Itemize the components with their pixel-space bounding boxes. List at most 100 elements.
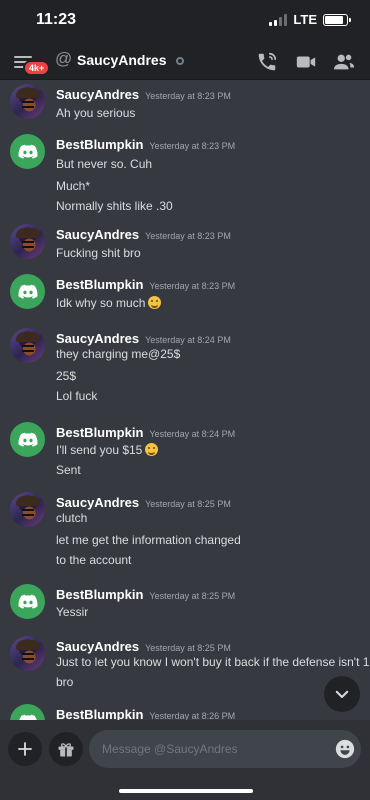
message-text-content: Fucking shit bro [56,246,141,260]
discord-logo-icon [17,432,38,447]
message-header: SaucyAndres Yesterday at 8:24 PM [56,330,231,348]
message-text: to the account [56,553,131,567]
message-header: BestBlumpkin Yesterday at 8:26 PM [56,706,235,720]
smiling-face-with-tear-emoji-icon [148,296,162,309]
message-text: Normally shits like .30 [56,199,173,213]
message-header: BestBlumpkin Yesterday at 8:23 PM [56,136,235,154]
message-text: Fucking shit bro [56,246,141,260]
message-header: BestBlumpkin Yesterday at 8:24 PM [56,424,235,442]
avatar[interactable] [10,134,45,169]
message-text-content: to the account [56,553,132,567]
message-text: Much* [56,179,90,193]
add-attachment-button[interactable] [8,732,42,766]
plus-icon [18,742,32,756]
smiling-face-with-tear-emoji-icon [145,443,159,456]
gift-button[interactable] [49,732,83,766]
message-author[interactable]: SaucyAndres [56,495,139,510]
message-text: clutch [56,511,87,525]
avatar[interactable] [10,704,45,720]
signal-icon [269,13,288,26]
message-header: SaucyAndres Yesterday at 8:23 PM [56,86,231,104]
message-text: Lol fuck [56,389,97,403]
message-author[interactable]: BestBlumpkin [56,425,143,440]
avatar[interactable] [10,224,45,259]
message-text: they charging me@25$ [56,347,180,361]
message-author[interactable]: SaucyAndres [56,331,139,346]
message-text-content: Yessir [56,605,89,619]
message-text: But never so. Cuh [56,157,152,171]
status-indicators: LTE [269,12,351,27]
message-header: SaucyAndres Yesterday at 8:25 PM [56,494,231,512]
avatar[interactable] [10,328,45,363]
message-text-content: I'll send you $15 [56,443,143,457]
message-list[interactable]: SaucyAndres Yesterday at 8:23 PM Ah you se… [0,80,370,720]
message-text: let me get the information changed [56,533,241,547]
message-timestamp: Yesterday at 8:23 PM [149,281,236,291]
message-author[interactable]: SaucyAndres [56,87,139,102]
message-timestamp: Yesterday at 8:24 PM [149,429,236,439]
phone-call-icon[interactable] [256,51,278,73]
menu-button[interactable]: 4k+ [14,50,51,76]
page-title[interactable]: SaucyAndres [77,52,166,68]
message-header: SaucyAndres Yesterday at 8:23 PM [56,226,231,244]
discord-logo-icon [17,144,38,159]
message-author[interactable]: BestBlumpkin [56,587,143,602]
message-text: bro [56,675,73,689]
message-text: Sent [56,463,81,477]
video-camera-icon[interactable] [295,51,317,73]
home-indicator [119,789,253,793]
message-text-content: they charging me@25$ [56,347,181,361]
discord-logo-icon [17,594,38,609]
emoji-icon[interactable] [335,739,355,759]
message-composer [0,720,370,800]
message-timestamp: Yesterday at 8:25 PM [145,499,231,509]
message-text-content: Just to let you know I won't buy it back… [56,655,370,669]
message-timestamp: Yesterday at 8:23 PM [145,231,231,241]
avatar[interactable] [10,584,45,619]
message-timestamp: Yesterday at 8:24 PM [145,335,231,345]
message-author[interactable]: BestBlumpkin [56,707,143,720]
message-timestamp: Yesterday at 8:23 PM [145,91,231,101]
message-text-content: Lol fuck [56,389,98,403]
status-bar: 11:23 LTE [0,0,370,42]
message-text-content: Idk why so much [56,296,146,310]
message-timestamp: Yesterday at 8:26 PM [149,711,236,720]
message-text-content: Sent [56,463,81,477]
message-text: 25$ [56,369,76,383]
battery-icon [323,13,351,26]
gift-icon [58,743,74,757]
message-header: SaucyAndres Yesterday at 8:25 PM [56,638,231,656]
message-text: Just to let you know I won't buy it back… [56,655,369,669]
at-icon: @ [55,49,73,68]
message-author[interactable]: BestBlumpkin [56,137,143,152]
avatar[interactable] [10,422,45,457]
message-text-content: Ah you serious [56,106,136,120]
message-text-content: bro [56,675,74,689]
chat-header: 4k+ @ SaucyAndres [0,42,370,80]
members-icon[interactable] [333,51,355,73]
message-header: BestBlumpkin Yesterday at 8:25 PM [56,586,235,604]
message-text-content: 25$ [56,369,77,383]
avatar[interactable] [10,274,45,309]
message-text: Idk why so much [56,296,162,310]
avatar[interactable] [10,84,45,119]
message-author[interactable]: BestBlumpkin [56,277,143,292]
message-author[interactable]: SaucyAndres [56,227,139,242]
avatar[interactable] [10,492,45,527]
notification-badge: 4k+ [23,60,51,76]
discord-logo-icon [18,714,37,720]
network-label: LTE [293,12,317,27]
discord-logo-icon [17,284,38,299]
chevron-down-icon [335,690,349,698]
message-timestamp: Yesterday at 8:23 PM [149,141,236,151]
message-text-content: let me get the information changed [56,533,241,547]
message-text: Yessir [56,605,88,619]
status-time: 11:23 [36,11,77,28]
jump-to-bottom-button[interactable] [324,676,360,712]
message-author[interactable]: SaucyAndres [56,639,139,654]
message-text-content: Normally shits like .30 [56,199,173,213]
message-text-content: But never so. Cuh [56,157,153,171]
avatar[interactable] [10,636,45,671]
presence-status-icon [176,57,184,65]
message-input[interactable] [89,730,361,768]
